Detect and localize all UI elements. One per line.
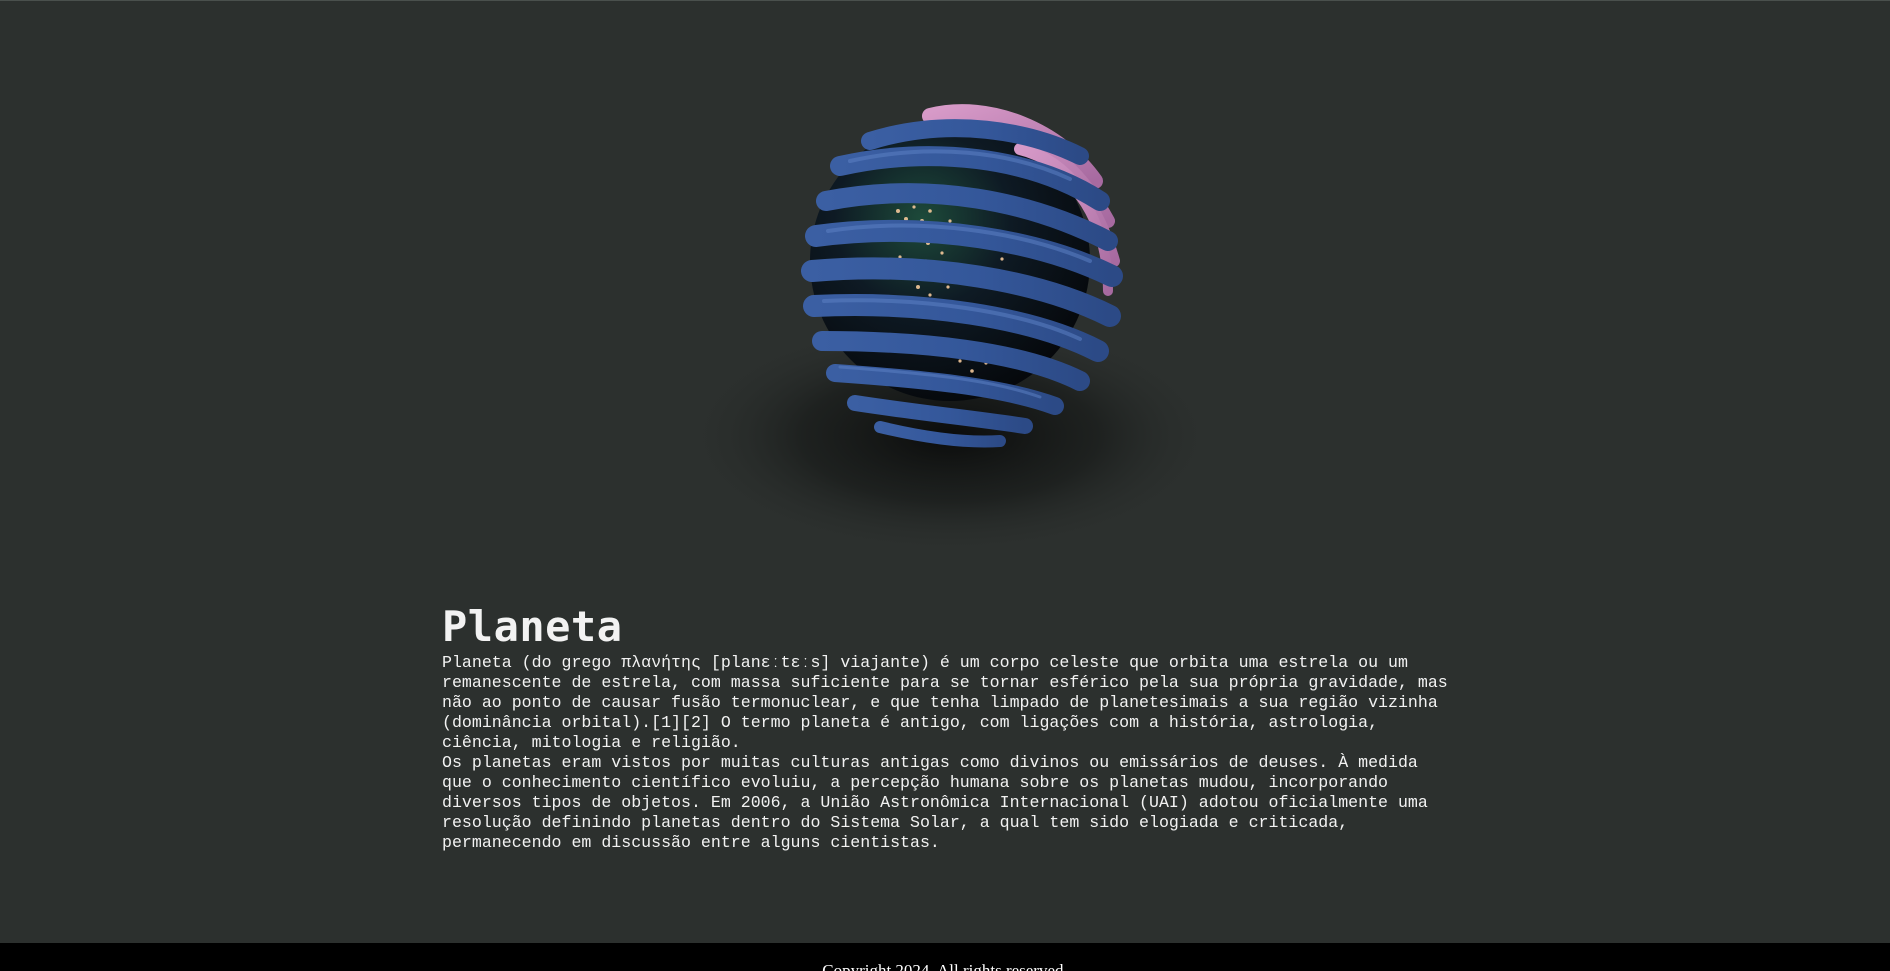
planet-icon xyxy=(680,104,1220,556)
footer: Copyright 2024. All rights reserved. xyxy=(0,943,1890,971)
planet-hero-image xyxy=(630,61,1260,566)
article: Planeta Planeta (do grego πλανήτης [plan… xyxy=(442,601,1452,853)
copyright-text: Copyright 2024. All rights reserved. xyxy=(822,961,1068,971)
page-title: Planeta xyxy=(442,602,623,651)
article-paragraph-1: Planeta (do grego πλανήτης [planɛːtɛːs] … xyxy=(442,653,1448,752)
article-paragraph-2: Os planetas eram vistos por muitas cultu… xyxy=(442,753,1428,852)
